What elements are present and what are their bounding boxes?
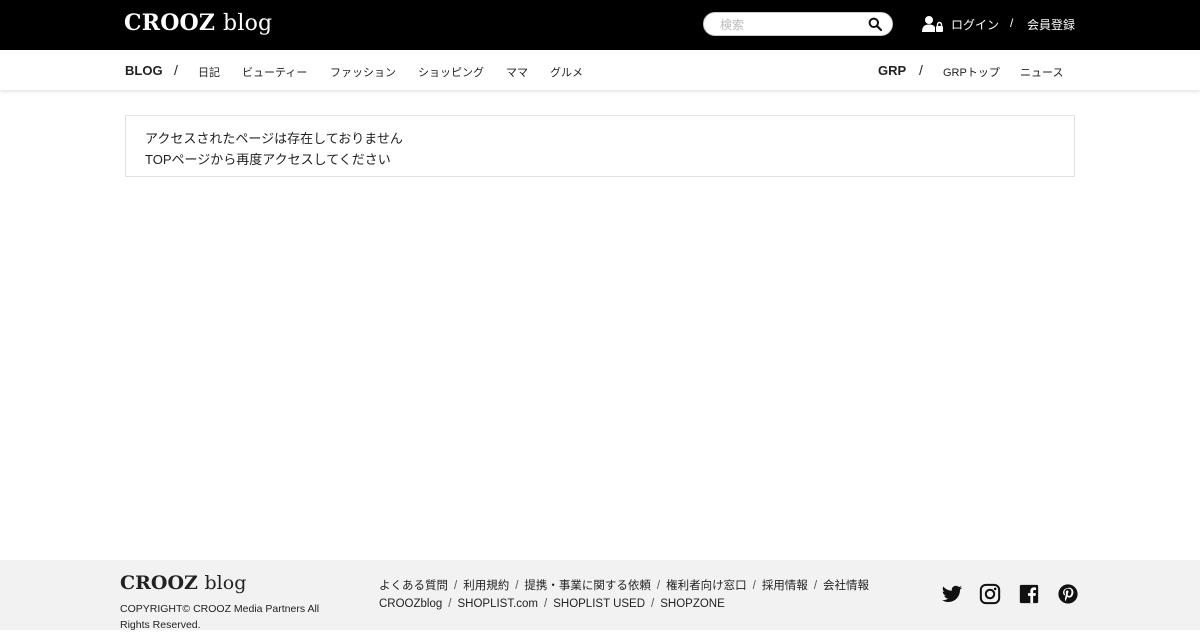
footer-link-shopzone[interactable]: SHOPZONE	[660, 598, 725, 610]
search-box	[703, 12, 893, 36]
nav-slash: /	[919, 62, 923, 78]
footer-link-terms[interactable]: 利用規約	[463, 580, 509, 592]
register-link[interactable]: 会員登録	[1027, 16, 1075, 33]
nav-item-news[interactable]: ニュース	[1020, 64, 1063, 80]
footer-logo-sub: blog	[204, 572, 247, 594]
footer-logo[interactable]: CROOZ blog	[120, 572, 246, 594]
twitter-icon[interactable]	[941, 583, 963, 605]
blog-category-label[interactable]: BLOG	[125, 63, 163, 78]
pinterest-icon[interactable]	[1057, 583, 1079, 605]
nav-item-fashion[interactable]: ファッション	[330, 64, 396, 80]
nav-item-grp-top[interactable]: GRPトップ	[943, 64, 1000, 80]
logo-sub-text: blog	[223, 11, 273, 36]
grp-category-label[interactable]: GRP	[878, 63, 906, 78]
footer-link-separator: /	[656, 580, 661, 592]
footer-link-careers[interactable]: 採用情報	[762, 580, 808, 592]
site-logo[interactable]: CROOZ blog	[124, 10, 272, 36]
facebook-icon[interactable]	[1018, 583, 1040, 605]
footer-logo-main: CROOZ	[120, 572, 198, 594]
retry-instruction: TOPページから再度アクセスしてください	[145, 152, 391, 167]
footer-link-partnership[interactable]: 提携・事業に関する依頼	[524, 580, 651, 592]
site-footer: CROOZ blog COPYRIGHT© CROOZ Media Partne…	[0, 560, 1200, 631]
instagram-icon[interactable]	[979, 583, 1001, 605]
nav-item-mama[interactable]: ママ	[506, 64, 528, 80]
user-lock-icon	[922, 16, 943, 32]
footer-link-croozblog[interactable]: CROOZblog	[379, 598, 442, 610]
logo-main-text: CROOZ	[124, 10, 216, 36]
footer-link-faq[interactable]: よくある質問	[379, 580, 448, 592]
not-found-message: アクセスされたページは存在しておりません	[145, 131, 403, 146]
nav-item-diary[interactable]: 日記	[198, 64, 220, 80]
not-found-message-box: アクセスされたページは存在しておりません TOPページから再度アクセスしてくださ…	[125, 115, 1075, 177]
search-input[interactable]	[718, 15, 862, 35]
search-icon[interactable]	[868, 17, 882, 31]
footer-link-separator: /	[651, 598, 655, 610]
nav-slash: /	[174, 62, 178, 78]
footer-link-separator: /	[454, 580, 458, 592]
footer-link-separator: /	[752, 580, 756, 592]
footer-link-separator: /	[448, 598, 452, 610]
nav-item-shopping[interactable]: ショッピング	[418, 64, 484, 80]
top-header: CROOZ blog ログイン / 会員登録	[0, 0, 1200, 50]
footer-link-separator: /	[515, 580, 519, 592]
nav-item-gourmet[interactable]: グルメ	[550, 64, 583, 80]
footer-links-row-2: CROOZblog / SHOPLIST.com / SHOPLIST USED / SHO…	[379, 598, 725, 610]
nav-item-beauty[interactable]: ビューティー	[242, 64, 307, 80]
login-link[interactable]: ログイン	[951, 16, 999, 33]
category-nav: BLOG / 日記 ビューティー ファッション ショッピング ママ グルメ GR…	[0, 50, 1200, 90]
footer-link-separator: /	[544, 598, 548, 610]
footer-link-rights-holders[interactable]: 権利者向け窓口	[666, 580, 747, 592]
footer-link-company[interactable]: 会社情報	[823, 580, 869, 592]
footer-link-shoplist-used[interactable]: SHOPLIST USED	[553, 598, 645, 610]
header-separator: /	[1010, 16, 1014, 30]
copyright-text: COPYRIGHT© CROOZ Media Partners All Righ…	[120, 603, 320, 631]
footer-link-separator: /	[813, 580, 818, 592]
footer-link-shoplist[interactable]: SHOPLIST.com	[457, 598, 538, 610]
footer-links-row-1: よくある質問 / 利用規約 / 提携・事業に関する依頼 / 権利者向け窓口 / 採用情報 / 会社情…	[379, 577, 869, 593]
